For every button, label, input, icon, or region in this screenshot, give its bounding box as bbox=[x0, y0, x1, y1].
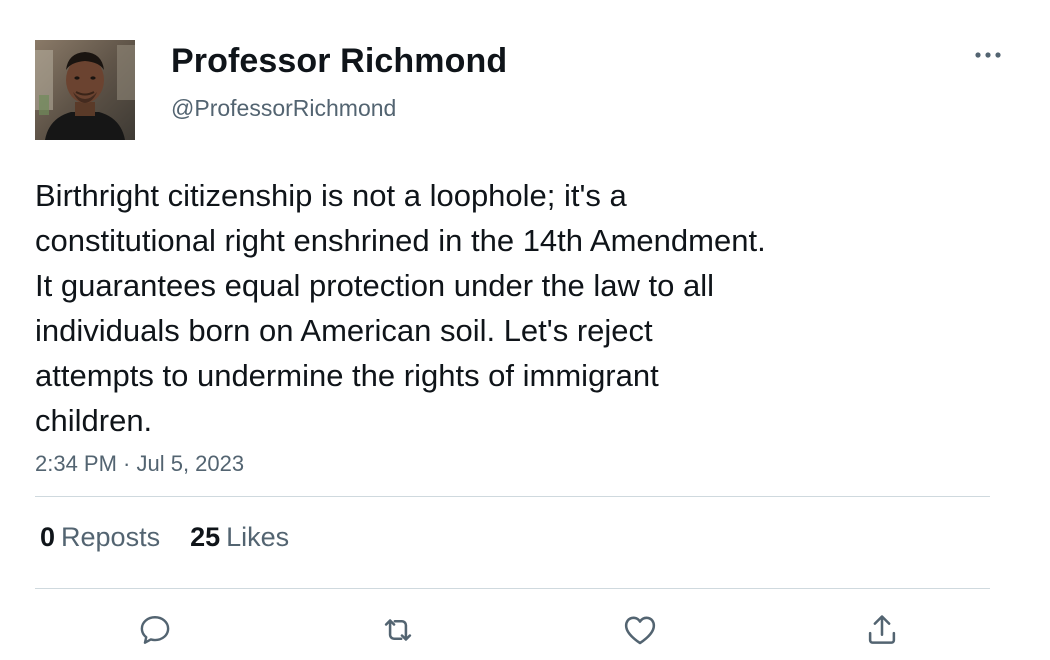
reply-icon bbox=[140, 616, 170, 644]
action-bar bbox=[0, 608, 1050, 652]
repost-icon bbox=[384, 619, 412, 641]
reposts-stat[interactable]: 0 Reposts bbox=[40, 522, 160, 553]
like-icon bbox=[624, 616, 656, 645]
likes-label: Likes bbox=[226, 522, 290, 552]
avatar[interactable] bbox=[35, 40, 135, 140]
tweet-card: Professor Richmond @ProfessorRichmond Bi… bbox=[0, 0, 1050, 660]
tweet-text-line: attempts to undermine the rights of immi… bbox=[35, 358, 659, 393]
user-handle[interactable]: @ProfessorRichmond bbox=[171, 95, 396, 122]
tweet-text-line: individuals born on American soil. Let's… bbox=[35, 313, 653, 348]
reposts-count: 0 bbox=[40, 522, 56, 552]
tweet-text-line: It guarantees equal protection under the… bbox=[35, 268, 715, 303]
reposts-label: Reposts bbox=[61, 522, 161, 552]
likes-count: 25 bbox=[190, 522, 221, 552]
tweet-text-line: constitutional right enshrined in the 14… bbox=[35, 223, 766, 258]
more-options-button[interactable] bbox=[968, 40, 1008, 70]
tweet-text-line: Birthright citizenship is not a loophole… bbox=[35, 178, 627, 213]
tweet-text-line: children. bbox=[35, 403, 153, 438]
like-button[interactable] bbox=[618, 608, 662, 652]
reply-button[interactable] bbox=[133, 608, 177, 652]
repost-button[interactable] bbox=[376, 608, 420, 652]
tweet-timestamp[interactable]: 2:34 PM · Jul 5, 2023 bbox=[35, 451, 244, 477]
share-icon bbox=[868, 615, 896, 644]
display-name[interactable]: Professor Richmond bbox=[171, 42, 507, 81]
engagement-stats: 0 Reposts 25 Likes bbox=[40, 522, 289, 553]
profile-photo-icon bbox=[35, 40, 135, 140]
tweet-text: Birthright citizenship is not a loophole… bbox=[35, 173, 935, 443]
divider bbox=[35, 588, 990, 589]
divider bbox=[35, 496, 990, 497]
more-icon bbox=[975, 52, 1001, 58]
likes-stat[interactable]: 25 Likes bbox=[190, 522, 289, 553]
share-button[interactable] bbox=[860, 608, 904, 652]
